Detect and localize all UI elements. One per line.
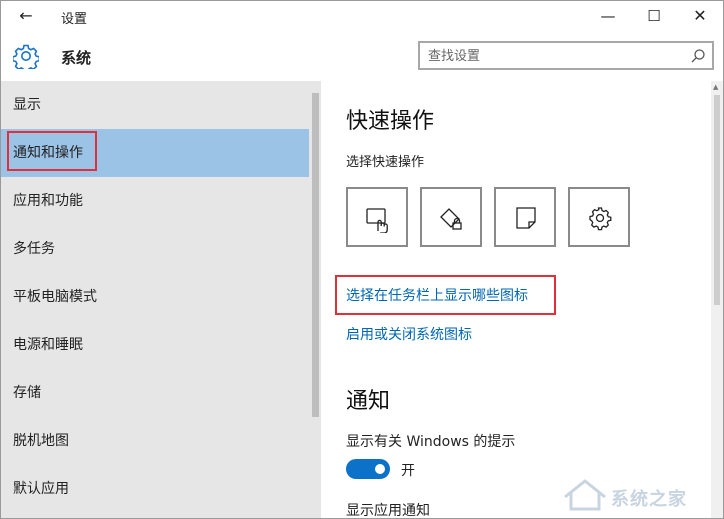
- quick-actions-subheading: 选择快速操作: [346, 155, 425, 170]
- title-bar: ← 设置 — ☐ ✕: [1, 1, 723, 31]
- sidebar-item-offline-maps[interactable]: 脱机地图: [1, 417, 309, 465]
- search-box[interactable]: [418, 41, 714, 70]
- back-arrow-icon[interactable]: ←: [15, 5, 37, 27]
- sidebar-item-label: 默认应用: [13, 481, 69, 497]
- gear-icon: [13, 44, 39, 69]
- sidebar: 显示 通知和操作 应用和功能 多任务 平板电脑模式 电源和睡眠 存储 脱机地图 …: [1, 81, 321, 518]
- scroll-up-icon[interactable]: ▲: [713, 83, 718, 91]
- windows-tips-toggle-state: 开: [401, 463, 415, 479]
- sidebar-item-label: 显示: [13, 97, 41, 113]
- quick-action-tile-settings[interactable]: [568, 187, 630, 247]
- sidebar-item-multitasking[interactable]: 多任务: [1, 225, 309, 273]
- settings-gear-icon: [589, 207, 612, 231]
- minimize-button[interactable]: —: [585, 1, 631, 31]
- window-title: 设置: [61, 12, 88, 27]
- close-icon: ✕: [693, 6, 707, 25]
- watermark-text: 系统之家: [611, 489, 687, 510]
- sidebar-item-label: 应用和功能: [13, 193, 83, 209]
- quick-action-tile-rotation-lock[interactable]: [420, 187, 482, 247]
- sidebar-item-power-sleep[interactable]: 电源和睡眠: [1, 321, 309, 369]
- sidebar-item-label: 存储: [13, 385, 41, 401]
- rotation-lock-icon: [440, 208, 462, 230]
- sidebar-item-tablet-mode[interactable]: 平板电脑模式: [1, 273, 309, 321]
- sidebar-scrollbar-thumb[interactable]: [312, 93, 319, 417]
- notifications-heading: 通知: [346, 389, 391, 414]
- watermark-house-icon: [564, 479, 606, 511]
- page-title: 系统: [61, 49, 92, 67]
- watermark-logo: 系统之家: [561, 475, 721, 515]
- main-scrollbar-thumb[interactable]: [714, 95, 720, 305]
- quick-action-tile-tablet-mode[interactable]: [346, 187, 408, 247]
- maximize-button[interactable]: ☐: [631, 1, 677, 31]
- maximize-icon: ☐: [647, 7, 661, 25]
- settings-window: ← 设置 — ☐ ✕ 系统 显示 通知和操作 应用和功能 多任务 平板电脑模式 …: [0, 0, 724, 519]
- note-icon: [516, 207, 536, 229]
- quick-action-tile-note[interactable]: [494, 187, 556, 247]
- app-notifications-label: 显示应用通知: [346, 503, 430, 519]
- sidebar-item-display[interactable]: 显示: [1, 81, 309, 129]
- sidebar-item-label: 电源和睡眠: [13, 337, 83, 353]
- sidebar-item-apps-features[interactable]: 应用和功能: [1, 177, 309, 225]
- highlight-box-nav: [7, 131, 97, 171]
- minimize-icon: —: [600, 7, 616, 25]
- sidebar-item-default-apps[interactable]: 默认应用: [1, 465, 309, 513]
- search-icon[interactable]: [690, 48, 706, 64]
- highlight-box-link: [335, 275, 556, 315]
- windows-tips-label: 显示有关 Windows 的提示: [346, 434, 516, 450]
- sidebar-item-label: 平板电脑模式: [13, 289, 97, 305]
- sidebar-item-label: 脱机地图: [13, 433, 69, 449]
- search-input[interactable]: [428, 47, 678, 65]
- toggle-knob: [375, 464, 385, 474]
- windows-tips-toggle[interactable]: [346, 459, 390, 479]
- main-content: 快速操作 选择快速操作 选择在任务栏上显示哪些图标 启用或关闭系统图标 通知 显…: [321, 81, 723, 518]
- sidebar-item-label: 多任务: [13, 241, 55, 257]
- page-header: 系统: [1, 31, 723, 81]
- sidebar-item-storage[interactable]: 存储: [1, 369, 309, 417]
- tablet-mode-icon: [366, 208, 388, 233]
- close-button[interactable]: ✕: [677, 1, 723, 31]
- quick-actions-heading: 快速操作: [346, 109, 435, 134]
- link-toggle-system-icons[interactable]: 启用或关闭系统图标: [346, 324, 472, 344]
